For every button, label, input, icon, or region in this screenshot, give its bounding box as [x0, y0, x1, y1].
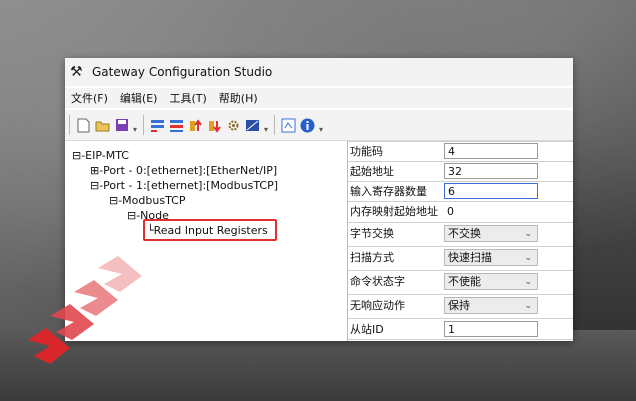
no-response-action-select[interactable]: 保持 ⌄	[444, 297, 538, 314]
property-row-scan-mode: 扫描方式 快速扫描 ⌄	[348, 249, 573, 267]
grid-line	[348, 181, 573, 182]
highlight-annotation	[143, 219, 277, 241]
property-label: 字节交换	[350, 227, 394, 240]
chevron-down-icon: ⌄	[524, 253, 532, 263]
add-device-icon[interactable]	[150, 118, 165, 133]
toolbar-separator	[143, 115, 145, 135]
command-status-select[interactable]: 不使能 ⌄	[444, 273, 538, 290]
grid-line	[348, 318, 573, 319]
memory-map-address-value[interactable]: 0	[447, 204, 537, 220]
property-row-slave-id: 从站ID 1	[348, 321, 573, 339]
grid-line	[348, 270, 573, 271]
save-icon[interactable]	[114, 118, 129, 133]
menu-tools[interactable]: 工具(T)	[169, 90, 206, 106]
property-label: 扫描方式	[350, 251, 394, 264]
open-folder-icon[interactable]	[95, 118, 110, 133]
select-value: 保持	[448, 299, 470, 312]
property-label: 命令状态字	[350, 275, 405, 288]
window-title: Gateway Configuration Studio	[92, 65, 273, 79]
property-label: 输入寄存器数量	[350, 185, 427, 198]
property-row-no-response-action: 无响应动作 保持 ⌄	[348, 297, 573, 315]
property-row-byte-swap: 字节交换 不交换 ⌄	[348, 225, 573, 243]
upload-icon[interactable]	[188, 118, 203, 133]
grid-line	[348, 294, 573, 295]
title-bar: ⚒ Gateway Configuration Studio	[65, 58, 573, 86]
settings-icon[interactable]	[226, 118, 241, 133]
tree-node-eip-mtc[interactable]: ⊟-EIP-MTC	[72, 149, 129, 162]
grid-line	[348, 161, 573, 162]
start-address-input[interactable]: 32	[444, 163, 538, 179]
menu-help[interactable]: 帮助(H)	[219, 90, 258, 106]
new-file-icon[interactable]	[76, 118, 91, 133]
register-count-input[interactable]: 6	[444, 183, 538, 199]
toolbar-separator	[274, 115, 276, 135]
chevron-down-icon: ⌄	[524, 229, 532, 239]
toolbar-separator	[69, 115, 70, 135]
config-icon[interactable]	[281, 118, 296, 133]
scan-mode-select[interactable]: 快速扫描 ⌄	[444, 249, 538, 266]
tree-node-port-0[interactable]: ⊞-Port - 0:[ethernet]:[EtherNet/IP]	[90, 164, 277, 177]
function-code-input[interactable]: 4	[444, 143, 538, 159]
menu-file[interactable]: 文件(F)	[71, 90, 108, 106]
download-icon[interactable]	[207, 118, 222, 133]
monitor-icon[interactable]	[245, 118, 260, 133]
property-row-command-status: 命令状态字 不使能 ⌄	[348, 273, 573, 291]
property-label: 无响应动作	[350, 299, 405, 312]
toolbar-dropdown-icon[interactable]: ▾	[264, 125, 268, 134]
menu-edit[interactable]: 编辑(E)	[120, 90, 158, 106]
property-row-start-address: 起始地址 32	[348, 163, 573, 181]
toolbar: ▾ ▾ ▾	[65, 110, 573, 141]
grid-line	[348, 201, 573, 202]
property-row-function-code: 功能码 4	[348, 143, 573, 161]
property-label: 功能码	[350, 145, 383, 158]
slave-id-input[interactable]: 1	[444, 321, 538, 337]
property-grid: 功能码 4 起始地址 32 输入寄存器数量 6 内存映射起始地址 0 字节交换 …	[348, 141, 573, 341]
property-label: 内存映射起始地址	[350, 205, 438, 218]
select-value: 不交换	[448, 227, 481, 240]
grid-line	[348, 339, 573, 340]
tools-icon: ⚒	[70, 64, 83, 80]
grid-line	[348, 246, 573, 247]
chevron-mark-4	[98, 256, 142, 292]
decorative-chevrons	[28, 256, 142, 364]
property-row-memory-map-address: 内存映射起始地址 0	[348, 203, 573, 221]
chevron-down-icon: ⌄	[524, 301, 532, 311]
menu-bar: 文件(F) 编辑(E) 工具(T) 帮助(H)	[65, 88, 573, 108]
chevron-down-icon: ⌄	[524, 277, 532, 287]
tree-node-port-1[interactable]: ⊟-Port - 1:[ethernet]:[ModbusTCP]	[90, 179, 278, 192]
grid-line	[348, 141, 573, 142]
grid-line	[348, 222, 573, 223]
toolbar-dropdown-icon[interactable]: ▾	[319, 125, 323, 134]
delete-device-icon[interactable]	[169, 118, 184, 133]
toolbar-dropdown-icon[interactable]: ▾	[133, 125, 137, 134]
tree-node-modbustcp[interactable]: ⊟-ModbusTCP	[109, 194, 185, 207]
property-row-register-count: 输入寄存器数量 6	[348, 183, 573, 201]
property-label: 起始地址	[350, 165, 394, 178]
select-value: 不使能	[448, 275, 481, 288]
property-label: 从站ID	[350, 323, 384, 336]
info-icon[interactable]	[300, 118, 315, 133]
select-value: 快速扫描	[448, 251, 492, 264]
byte-swap-select[interactable]: 不交换 ⌄	[444, 225, 538, 242]
